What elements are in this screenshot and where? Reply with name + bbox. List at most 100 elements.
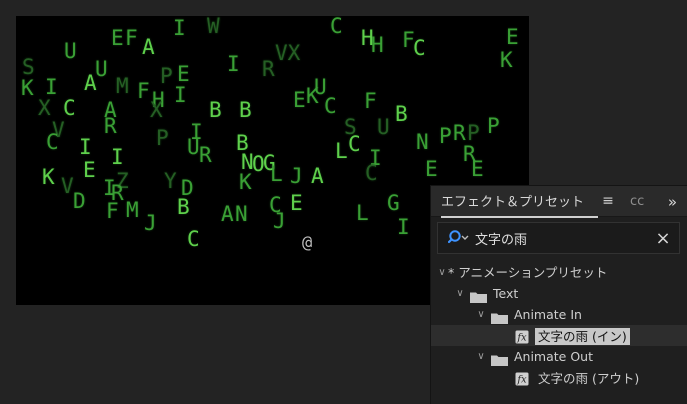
viewer-glyph: K [306, 84, 319, 108]
tree-folder-text[interactable]: ∨ Text [431, 283, 687, 304]
viewer-glyph: G [387, 191, 400, 215]
effects-presets-panel: エフェクト＆プリセット ≡ cc » × ∨* アニメーションプリセット ∨ [430, 185, 687, 404]
svg-text:fx: fx [516, 332, 527, 343]
search-input[interactable] [475, 227, 652, 249]
expand-chevron-icon[interactable]: ∨ [475, 304, 487, 325]
tree-label: Animate In [513, 307, 582, 322]
viewer-glyph: E [425, 157, 438, 181]
preset-icon: fx [515, 329, 529, 343]
viewer-glyph: R [453, 121, 466, 145]
expand-chevron-icon[interactable]: ∨ [454, 283, 466, 304]
viewer-glyph: I [111, 145, 124, 169]
viewer-glyph: A [221, 202, 234, 226]
folder-icon [490, 309, 508, 324]
viewer-glyph: X [150, 98, 163, 122]
viewer-glyph: E [471, 157, 484, 181]
viewer-glyph: N [235, 202, 248, 226]
viewer-glyph: @ [302, 233, 313, 253]
viewer-glyph: K [21, 76, 34, 100]
tab-cc[interactable]: cc [630, 194, 644, 209]
viewer-glyph: J [273, 209, 286, 233]
tree-folder-animate-out[interactable]: ∨ Animate Out [431, 346, 687, 367]
panel-header: エフェクト＆プリセット ≡ cc » [431, 186, 687, 218]
viewer-glyph: C [63, 96, 76, 120]
viewer-glyph: U [187, 135, 200, 159]
viewer-glyph: P [467, 121, 480, 145]
search-box[interactable]: × [437, 222, 680, 254]
viewer-glyph: I [79, 135, 92, 159]
viewer-glyph: K [239, 170, 252, 194]
viewer-glyph: F [125, 26, 138, 50]
viewer-glyph: C [324, 94, 337, 118]
tree-folder-animate-in[interactable]: ∨ Animate In [431, 304, 687, 325]
viewer-glyph: E [177, 62, 190, 86]
preset-icon: fx [515, 371, 529, 385]
app-window: E F A I W U S P E U I R VX H H F C C E K… [0, 0, 687, 404]
viewer-glyph: M [126, 198, 139, 222]
viewer-glyph: I [45, 75, 58, 99]
viewer-glyph: F [364, 89, 377, 113]
viewer-glyph: A [311, 164, 324, 188]
viewer-glyph: J [144, 211, 157, 235]
viewer-glyph: M [116, 74, 129, 98]
viewer-glyph: E [83, 158, 96, 182]
viewer-glyph: B [239, 98, 252, 122]
folder-icon [490, 351, 508, 366]
viewer-glyph: R [199, 143, 212, 167]
viewer-glyph: C [330, 16, 343, 38]
viewer-glyph: U [377, 115, 390, 139]
tree-root-animation-presets[interactable]: ∨ * アニメーションプリセット [431, 262, 687, 283]
viewer-glyph: H [371, 33, 384, 57]
svg-text:fx: fx [516, 374, 527, 385]
expand-chevron-icon[interactable]: ∨ [436, 262, 448, 283]
viewer-glyph: VX [275, 41, 301, 65]
viewer-glyph: E [293, 88, 306, 112]
viewer-glyph: B [209, 98, 222, 122]
viewer-glyph: I [174, 83, 187, 107]
viewer-glyph: C [365, 161, 378, 185]
viewer-glyph: W [207, 16, 220, 38]
viewer-glyph: B [395, 102, 408, 126]
viewer-glyph: A [84, 71, 97, 95]
preset-item-rain-out[interactable]: fx 文字の雨 (アウト) [431, 367, 687, 388]
viewer-glyph: L [270, 162, 283, 186]
expand-chevron-icon[interactable]: ∨ [475, 346, 487, 367]
viewer-glyph: S [22, 55, 35, 79]
viewer-glyph: I [173, 16, 186, 40]
viewer-glyph: N [416, 130, 429, 154]
viewer-glyph: P [439, 124, 452, 148]
viewer-glyph: R [104, 114, 117, 138]
panel-overflow-icon[interactable]: » [668, 193, 677, 211]
viewer-glyph: F [137, 79, 150, 103]
viewer-glyph: C [46, 130, 59, 154]
viewer-glyph: X [38, 96, 51, 120]
viewer-glyph: P [487, 114, 500, 138]
viewer-glyph: E [290, 191, 303, 215]
preset-tree: ∨* アニメーションプリセット ∨ Text ∨ Animate In fx [431, 262, 687, 388]
viewer-glyph: E [111, 26, 124, 50]
viewer-glyph: P [156, 126, 169, 150]
clear-search-icon[interactable]: × [652, 228, 674, 249]
viewer-glyph: P [160, 64, 173, 88]
folder-icon [469, 288, 487, 303]
viewer-glyph: E [506, 25, 519, 49]
viewer-glyph: D [73, 189, 86, 213]
search-icon[interactable] [448, 228, 470, 248]
viewer-glyph: I [227, 52, 240, 76]
panel-menu-icon[interactable]: ≡ [600, 193, 616, 209]
viewer-glyph: K [500, 48, 513, 72]
viewer-glyph: C [187, 227, 200, 251]
viewer-glyph: L [356, 201, 369, 225]
preset-item-rain-in[interactable]: fx 文字の雨 (イン) [431, 325, 687, 346]
viewer-glyph: R [262, 57, 275, 81]
tree-label: * アニメーションプリセット [448, 265, 608, 280]
tab-effects-presets[interactable]: エフェクト＆プリセット [441, 191, 599, 218]
viewer-glyph: U [64, 39, 77, 63]
viewer-glyph: J [290, 164, 303, 188]
viewer-glyph: I [397, 215, 410, 239]
viewer-glyph: B [177, 195, 190, 219]
preset-label: 文字の雨 (アウト) [538, 371, 640, 386]
viewer-glyph: C [413, 36, 426, 60]
viewer-glyph: V [61, 174, 74, 198]
preset-label: 文字の雨 (イン) [535, 328, 630, 345]
